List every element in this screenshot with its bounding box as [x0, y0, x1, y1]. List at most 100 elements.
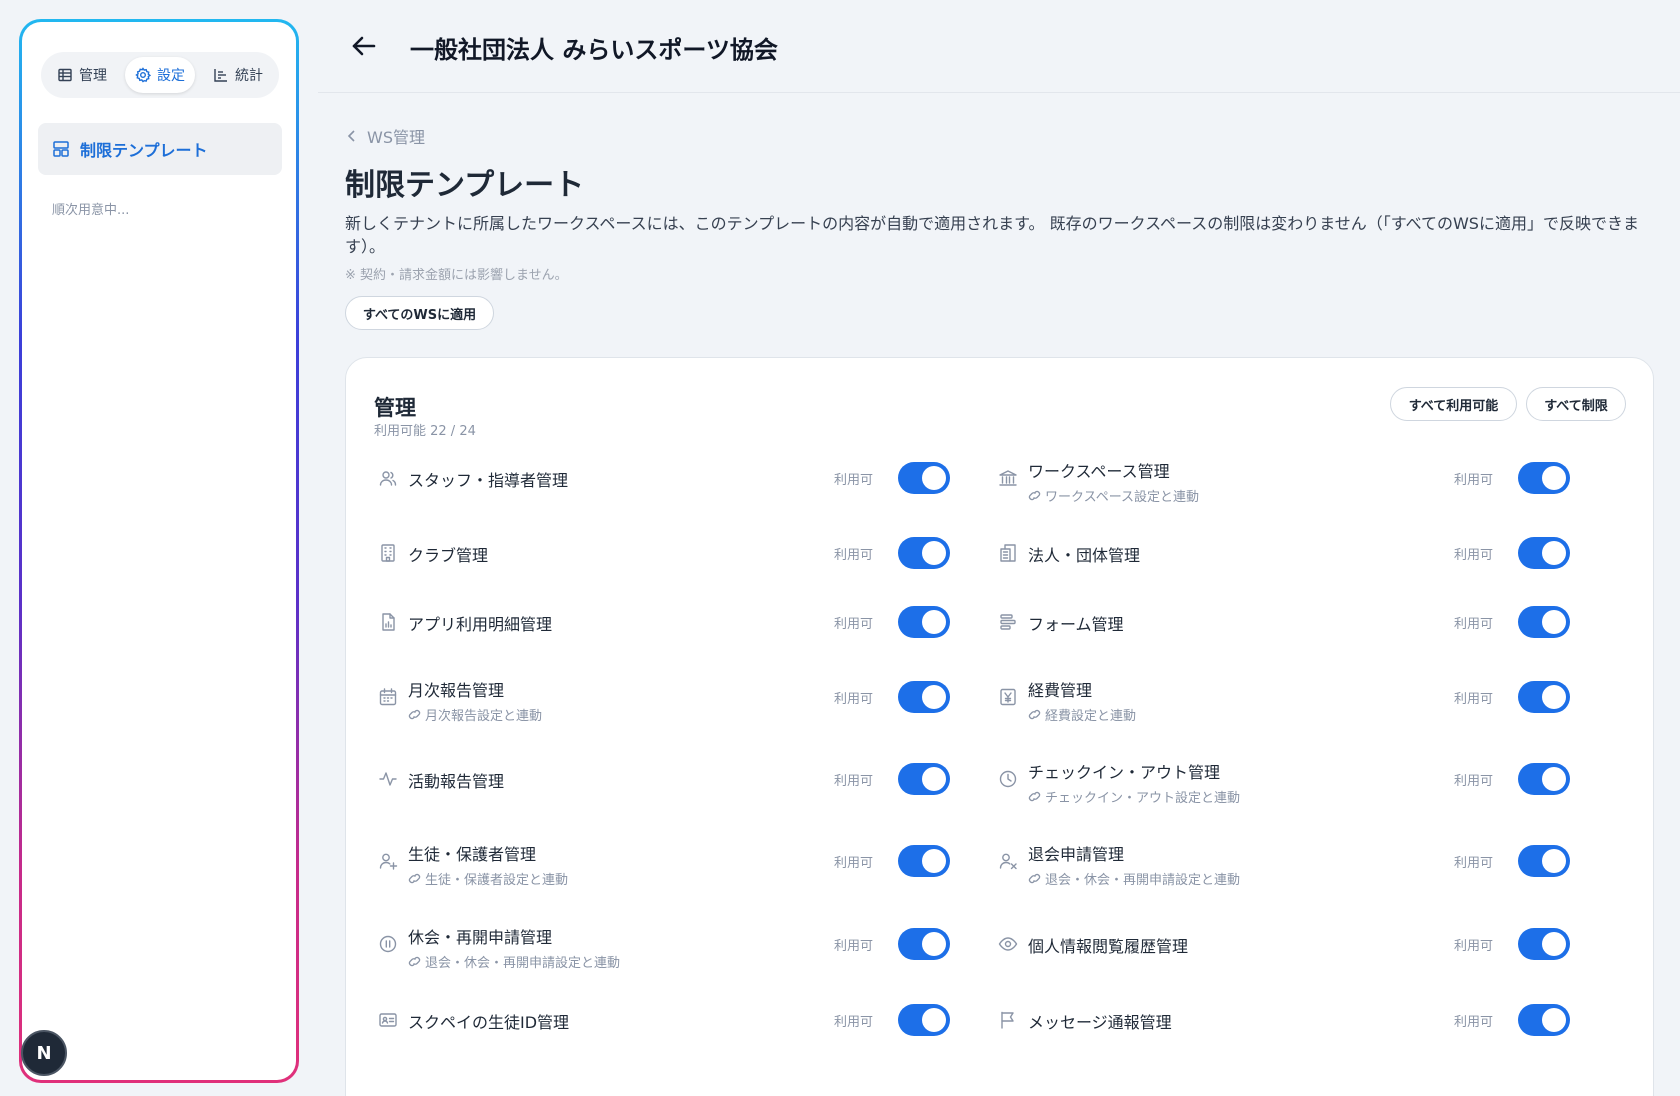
clock-icon [999, 770, 1017, 788]
office-icon [1000, 544, 1016, 562]
feature-toggle[interactable] [1518, 681, 1570, 713]
feature-status: 利用可 [1454, 939, 1494, 954]
sidebar-note: 順次用意中... [52, 203, 130, 218]
feature-link-note: 退会・休会・再開申請設定と連動 [1028, 869, 1240, 888]
feature-row: ワークスペース管理 ワークスペース設定と連動 利用可 [980, 450, 1580, 506]
layout-icon [53, 141, 69, 157]
gear-icon [135, 67, 151, 83]
feature-label: 休会・再開申請管理 [408, 928, 553, 947]
user-x-icon [999, 853, 1017, 870]
back-arrow-icon[interactable] [348, 30, 380, 62]
feature-status: 利用可 [834, 692, 874, 707]
feature-toggle[interactable] [1518, 1004, 1570, 1036]
sidebar-item-restriction-template[interactable]: 制限テンプレート [38, 123, 282, 175]
link-icon [1028, 709, 1041, 720]
link-icon [1028, 873, 1041, 884]
page-title: 制限テンプレート [345, 168, 585, 203]
feature-toggle[interactable] [1518, 928, 1570, 960]
pause-icon [379, 935, 397, 953]
feature-label: 月次報告管理 [408, 681, 505, 700]
tab-manage[interactable]: 管理 [47, 57, 117, 93]
feature-link-label: 退会・休会・再開申請設定と連動 [1045, 873, 1241, 888]
report-file-icon [382, 613, 395, 631]
feature-row: アプリ利用明細管理 利用可 [360, 594, 960, 650]
feature-label: 生徒・保護者管理 [408, 845, 537, 864]
feature-toggle[interactable] [898, 845, 950, 877]
feature-link-note: 月次報告設定と連動 [408, 705, 542, 724]
allow-all-button[interactable]: すべて利用可能 [1390, 387, 1517, 421]
tab-stats-label: 統計 [235, 68, 263, 84]
feature-toggle[interactable] [1518, 606, 1570, 638]
link-icon [408, 956, 421, 967]
feature-row: チェックイン・アウト管理 チェックイン・アウト設定と連動 利用可 [980, 751, 1580, 807]
feature-status: 利用可 [1454, 473, 1494, 488]
feature-link-note: 退会・休会・再開申請設定と連動 [408, 952, 620, 971]
feature-link-note: 経費設定と連動 [1028, 705, 1136, 724]
chart-icon [214, 69, 227, 82]
feature-status: 利用可 [834, 939, 874, 954]
flag-icon [1001, 1011, 1014, 1029]
restrict-all-button[interactable]: すべて制限 [1526, 387, 1626, 421]
feature-toggle[interactable] [898, 1004, 950, 1036]
feature-toggle[interactable] [1518, 462, 1570, 494]
feature-link-label: 月次報告設定と連動 [425, 709, 543, 724]
link-icon [408, 709, 421, 720]
restriction-card: 管理 利用可能 22 / 24 すべて利用可能 すべて制限 スタッフ・指導者管理… [345, 357, 1654, 1096]
feature-row: 法人・団体管理 利用可 [980, 525, 1580, 581]
top-header: 一般社団法人 みらいスポーツ協会 [318, 0, 1680, 93]
feature-toggle[interactable] [898, 928, 950, 960]
header-title: 一般社団法人 みらいスポーツ協会 [410, 36, 778, 64]
feature-label: クラブ管理 [408, 546, 489, 565]
feature-status: 利用可 [1454, 617, 1494, 632]
feature-status: 利用可 [834, 774, 874, 789]
feature-status: 利用可 [1454, 692, 1494, 707]
feature-row: スクペイの生徒ID管理 利用可 [360, 992, 960, 1048]
page-note: ※ 契約・請求金額には影響しません。 [345, 268, 568, 283]
feature-row: 生徒・保護者管理生徒・保護者設定と連動 利用可 [360, 833, 960, 889]
feature-label: 退会申請管理 [1028, 845, 1125, 864]
feature-link-label: 生徒・保護者設定と連動 [425, 873, 569, 888]
tab-settings[interactable]: 設定 [125, 57, 195, 93]
feature-row: クラブ管理 利用可 [360, 525, 960, 581]
feature-toggle[interactable] [898, 681, 950, 713]
feature-toggle[interactable] [1518, 845, 1570, 877]
feature-label: 経費管理 [1028, 681, 1093, 700]
bank-icon [999, 470, 1017, 486]
feature-link-label: 退会・休会・再開申請設定と連動 [425, 956, 621, 971]
feature-status: 利用可 [834, 617, 874, 632]
feature-link-label: ワークスペース設定と連動 [1045, 490, 1200, 505]
feature-toggle[interactable] [898, 462, 950, 494]
breadcrumb-label: WS管理 [367, 128, 425, 147]
activity-icon [379, 772, 397, 786]
feature-toggle[interactable] [1518, 763, 1570, 795]
feature-status: 利用可 [834, 856, 874, 871]
feature-link-note: チェックイン・アウト設定と連動 [1028, 787, 1240, 806]
dev-badge[interactable]: N [21, 1030, 67, 1076]
feature-status: 利用可 [1454, 856, 1494, 871]
sidebar-item-label: 制限テンプレート [80, 141, 208, 160]
feature-label: アプリ利用明細管理 [408, 615, 553, 634]
feature-toggle[interactable] [898, 606, 950, 638]
feature-row: フォーム管理 利用可 [980, 594, 1580, 650]
feature-toggle[interactable] [1518, 537, 1570, 569]
chevron-left-icon [347, 130, 355, 142]
feature-label: 個人情報閲覧履歴管理 [1028, 937, 1189, 956]
table-icon [58, 68, 72, 82]
feature-row: 活動報告管理 利用可 [360, 751, 960, 807]
feature-row: 個人情報閲覧履歴管理 利用可 [980, 916, 1580, 972]
card-subtitle: 利用可能 22 / 24 [374, 424, 476, 439]
feature-status: 利用可 [834, 548, 874, 563]
users-icon [379, 471, 397, 486]
feature-row: 退会申請管理退会・休会・再開申請設定と連動 利用可 [980, 833, 1580, 889]
id-card-icon [379, 1013, 397, 1027]
feature-label: スクペイの生徒ID管理 [408, 1013, 570, 1032]
feature-toggle[interactable] [898, 763, 950, 795]
sidebar-tab-switcher: 管理 設定 統計 [41, 52, 279, 98]
apply-all-ws-button[interactable]: すべてのWSに適用 [345, 296, 494, 330]
feature-label: 活動報告管理 [408, 772, 505, 791]
link-icon [408, 873, 421, 884]
feature-row: スタッフ・指導者管理 利用可 [360, 450, 960, 506]
breadcrumb[interactable]: WS管理 [345, 124, 425, 148]
feature-toggle[interactable] [898, 537, 950, 569]
tab-stats[interactable]: 統計 [203, 57, 273, 93]
